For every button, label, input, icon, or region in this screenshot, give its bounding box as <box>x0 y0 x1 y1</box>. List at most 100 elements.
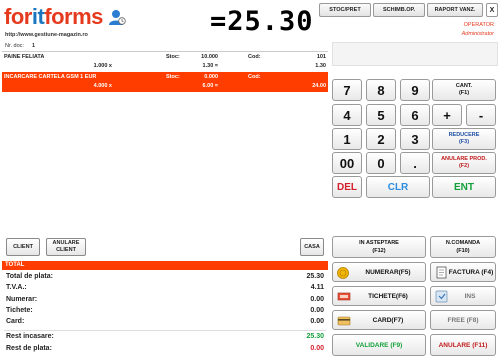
anulare-button[interactable]: ANULARE (F11) <box>430 334 496 356</box>
operator-info: OPERATOR Administrator <box>462 21 494 39</box>
ins-button[interactable]: INS <box>430 286 496 306</box>
ent-button[interactable]: ENT <box>432 176 496 198</box>
in-asteptare-shortcut: (F12) <box>372 248 386 254</box>
summary-value: 0.00 <box>310 307 324 314</box>
summary-value: 0.00 <box>310 318 324 325</box>
reducere-shortcut: (F3) <box>458 139 470 145</box>
close-button[interactable]: X <box>486 3 498 17</box>
operator-label: OPERATOR <box>463 22 494 28</box>
doc-number-value: 1 <box>31 43 36 49</box>
key-dot[interactable]: . <box>400 152 430 174</box>
summary-row-card: Card: 0.00 <box>4 318 326 329</box>
key-00[interactable]: 00 <box>332 152 362 174</box>
display-total: =25.30 <box>210 6 314 37</box>
logo-part-for: for <box>4 4 32 29</box>
operator-role: Administrator <box>461 31 494 37</box>
validare-button[interactable]: VALIDARE (F9) <box>332 334 426 356</box>
del-button[interactable]: DEL <box>332 176 362 198</box>
summary-label: Card: <box>6 318 25 325</box>
doc-number-label: Nr. doc: <box>5 43 24 49</box>
stoc-pret-button[interactable]: STOC/PRET <box>319 3 371 17</box>
raport-vanz-button[interactable]: RAPORT VANZ. <box>427 3 483 17</box>
rest-incasare-label: Rest incasare: <box>6 333 54 340</box>
cant-button[interactable]: CANT. (F1) <box>432 79 496 101</box>
total-heading: TOTAL <box>2 261 328 270</box>
list-item[interactable]: PAINE FELIATA Stoc: 10.000 Cod: 101 1.00… <box>2 52 328 72</box>
list-item-selected[interactable]: INCARCARE CARTELA GSM 1 EUR Stoc: 0.000 … <box>2 72 328 92</box>
summary-row-total: Total de plata: 25.30 <box>4 273 326 284</box>
credit-card-icon <box>337 314 351 327</box>
key-5[interactable]: 5 <box>366 104 396 126</box>
summary-value: 4.11 <box>310 284 324 291</box>
key-4[interactable]: 4 <box>332 104 362 126</box>
ins-icon <box>435 290 449 303</box>
item-price: 1.30 = <box>202 63 218 69</box>
card-label: CARD(F7) <box>372 316 404 324</box>
key-9[interactable]: 9 <box>400 79 430 101</box>
item-qty: 4.000 x <box>93 83 112 89</box>
ins-label: INS <box>464 292 476 300</box>
tichete-button[interactable]: TICHETE(F6) <box>332 286 426 306</box>
user-avatar-icon <box>108 8 126 26</box>
item-cod-label: Cod: <box>248 54 261 60</box>
items-list: PAINE FELIATA Stoc: 10.000 Cod: 101 1.00… <box>2 51 328 237</box>
summary-label: T.V.A.: <box>6 284 27 291</box>
rest-plata-label: Rest de plata: <box>6 345 52 352</box>
rest-incasare-value: 25.30 <box>306 333 324 340</box>
app-logo: foritforms <box>4 4 112 32</box>
item-qty: 1.000 x <box>93 63 112 69</box>
ncomanda-button[interactable]: N.COMANDA (F10) <box>430 236 496 258</box>
card-button[interactable]: CARD(F7) <box>332 310 426 330</box>
doc-number: Nr. doc: 1 <box>5 43 35 49</box>
anulare-prod-shortcut: (F2) <box>458 163 470 169</box>
clr-button[interactable]: CLR <box>366 176 430 198</box>
item-stoc-label: Stoc: <box>166 74 180 80</box>
anulare-client-button[interactable]: ANULARE CLIENT <box>46 238 86 256</box>
invoice-icon <box>435 266 449 279</box>
key-6[interactable]: 6 <box>400 104 430 126</box>
summary-row-tichete: Tichete: 0.00 <box>4 307 326 318</box>
ncomanda-shortcut: (F10) <box>456 248 470 254</box>
key-8[interactable]: 8 <box>366 79 396 101</box>
key-1[interactable]: 1 <box>332 128 362 150</box>
in-asteptare-button[interactable]: IN ASTEPTARE (F12) <box>332 236 426 258</box>
summary-row-numerar: Numerar: 0.00 <box>4 296 326 307</box>
summary-value: 25.30 <box>306 273 324 280</box>
factura-label: FACTURA (F4) <box>448 268 494 276</box>
summary-value: 0.00 <box>310 296 324 303</box>
client-button[interactable]: CLIENT <box>6 238 40 256</box>
summary-divider <box>4 330 326 331</box>
tichete-label: TICHETE(F6) <box>368 292 408 300</box>
item-cod: 101 <box>316 54 326 60</box>
cant-label: CANT. <box>455 83 473 89</box>
rest-plata-value: 0.00 <box>310 345 324 352</box>
key-0[interactable]: 0 <box>366 152 396 174</box>
summary-label: Tichete: <box>6 307 33 314</box>
info-panel <box>332 42 498 66</box>
item-total: 24.00 <box>312 83 326 89</box>
logo-part-forms: forms <box>44 4 103 29</box>
site-url: http://www.gestiune-magazin.ro <box>5 32 88 38</box>
key-7[interactable]: 7 <box>332 79 362 101</box>
schimb-op-button[interactable]: SCHIMB.OP. <box>373 3 425 17</box>
coins-icon <box>337 266 351 279</box>
reducere-button[interactable]: REDUCERE (F3) <box>432 128 496 150</box>
casa-button[interactable]: CASA <box>300 238 324 256</box>
reducere-label: REDUCERE <box>448 132 480 138</box>
minus-button[interactable]: - <box>466 104 496 126</box>
numerar-button[interactable]: NUMERAR(F5) <box>332 262 426 282</box>
summary-row-tva: T.V.A.: 4.11 <box>4 284 326 295</box>
item-name: INCARCARE CARTELA GSM 1 EUR <box>4 74 97 80</box>
anulare-prod-button[interactable]: ANULARE PROD. (F2) <box>432 152 496 174</box>
free-button[interactable]: FREE (F8) <box>430 310 496 330</box>
item-price: 6.00 = <box>202 83 218 89</box>
key-2[interactable]: 2 <box>366 128 396 150</box>
factura-button[interactable]: FACTURA (F4) <box>430 262 496 282</box>
in-asteptare-label: IN ASTEPTARE <box>359 240 399 246</box>
anulare-client-label: ANULARE <box>52 240 80 246</box>
item-stoc-label: Stoc: <box>166 54 180 60</box>
plus-button[interactable]: + <box>432 104 462 126</box>
summary-row-rest-incasare: Rest incasare: 25.30 <box>4 333 326 344</box>
summary-label: Numerar: <box>6 296 38 303</box>
key-3[interactable]: 3 <box>400 128 430 150</box>
